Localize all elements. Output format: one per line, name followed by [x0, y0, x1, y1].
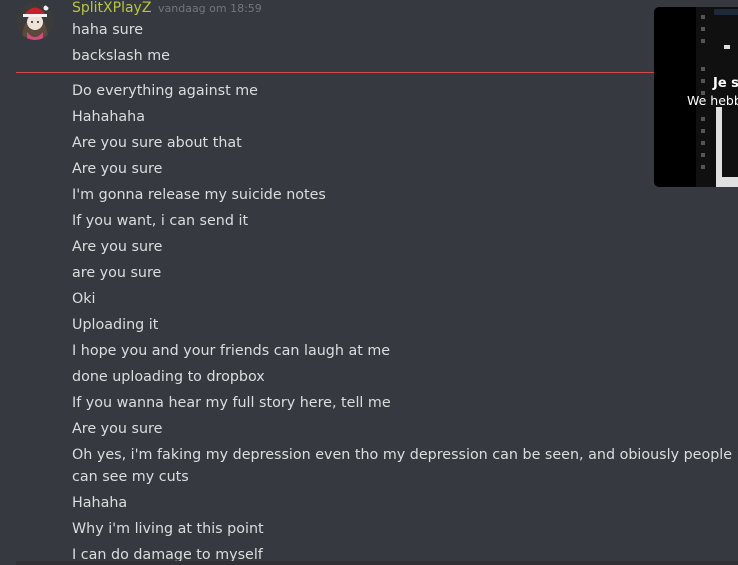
message-author[interactable]: SplitXPlayZ	[72, 0, 151, 17]
horizontal-scrollbar[interactable]	[16, 561, 738, 565]
message-line: Oh yes, i'm faking my depression even th…	[72, 447, 733, 485]
message-line: Do everything against me	[72, 83, 258, 99]
message-line: If you wanna hear my full story here, te…	[72, 395, 391, 411]
message-line: haha sure	[72, 22, 144, 38]
screen-share-preview[interactable]: Je s We hebb	[654, 7, 738, 187]
message-line: Hahaha	[72, 495, 128, 511]
message-line: I'm gonna release my suicide notes	[72, 187, 326, 203]
message-line: If you want, i can send it	[72, 213, 249, 229]
message-line: Are you sure	[72, 239, 163, 255]
message-line: Oki	[72, 291, 96, 307]
new-messages-divider	[16, 72, 738, 73]
message-line: Are you sure	[72, 161, 163, 177]
message-line: backslash me	[72, 48, 170, 64]
message-line: Why i'm living at this point	[72, 521, 264, 537]
chat-window: SplitXPlayZ vandaag om 18:59 haha sure b…	[0, 0, 738, 565]
message-line: done uploading to dropbox	[72, 369, 265, 385]
avatar[interactable]	[16, 2, 54, 40]
message-timestamp[interactable]: vandaag om 18:59	[158, 2, 262, 16]
preview-title: Je s	[713, 76, 738, 91]
message-line: Are you sure about that	[72, 135, 242, 151]
avatar-image	[16, 2, 54, 40]
message-line: Are you sure	[72, 421, 163, 437]
preview-subtitle: We hebb	[687, 93, 738, 108]
message-line: are you sure	[72, 265, 162, 281]
message-line: Hahahaha	[72, 109, 145, 125]
message-line: I hope you and your friends can laugh at…	[72, 343, 391, 359]
message-line: Uploading it	[72, 317, 159, 333]
